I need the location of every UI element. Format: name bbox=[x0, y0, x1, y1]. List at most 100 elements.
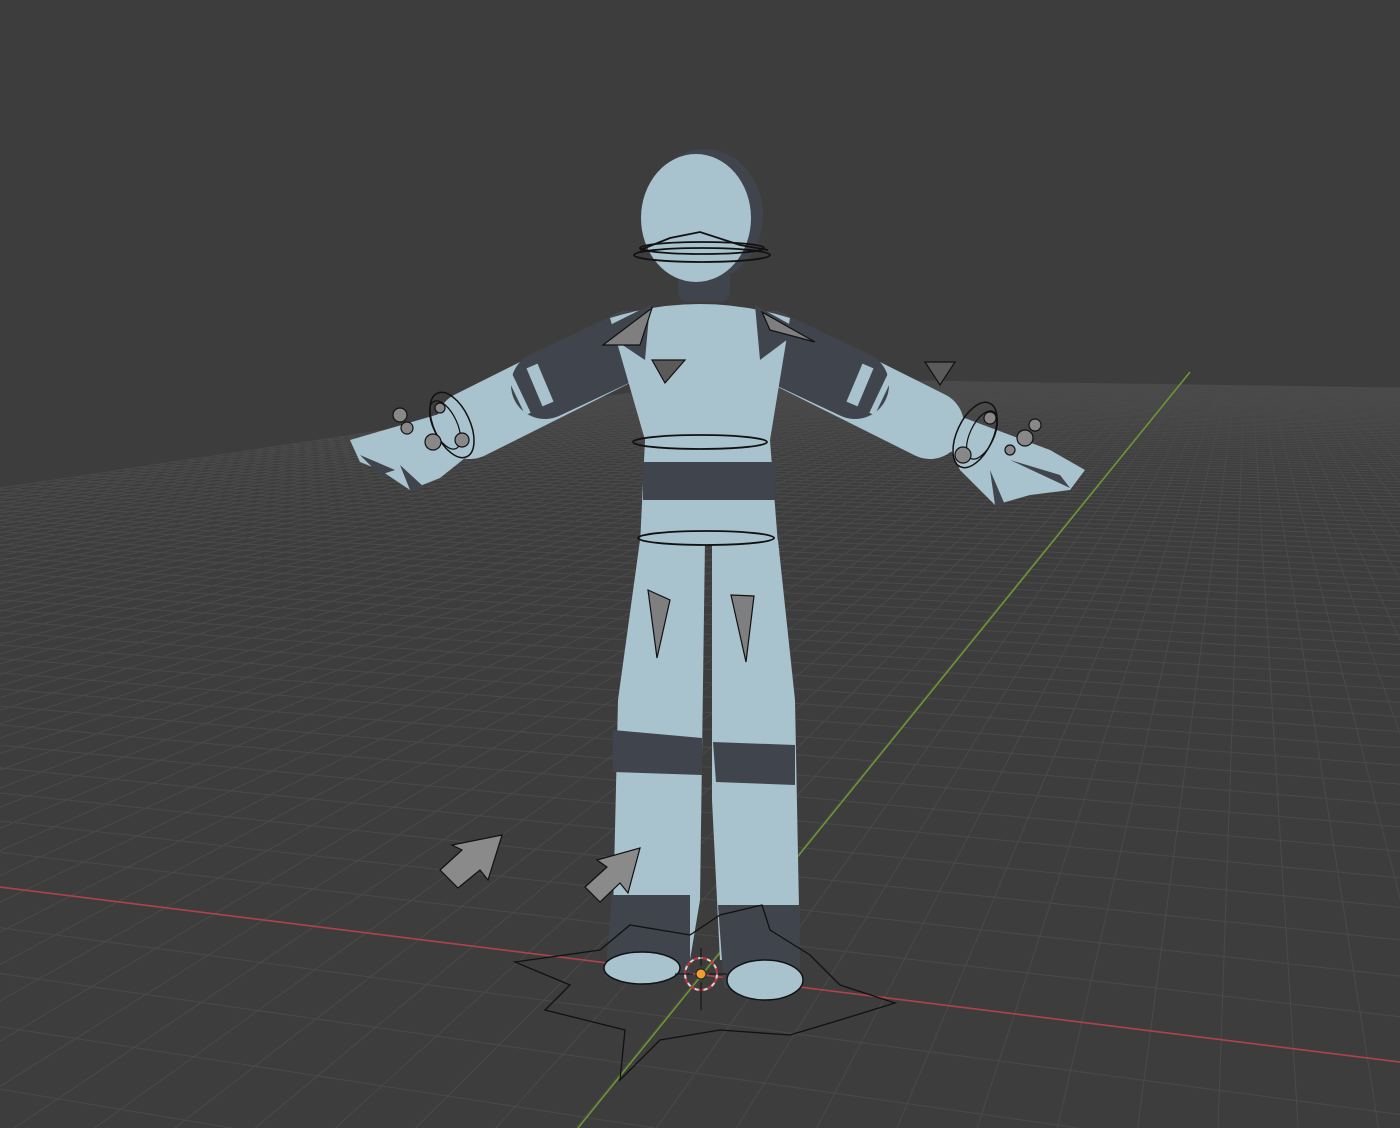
grid-line bbox=[176, 676, 247, 704]
grid-line bbox=[0, 493, 20, 498]
grid-line bbox=[736, 1082, 765, 1128]
grid-line bbox=[127, 866, 314, 890]
grid-line bbox=[0, 705, 107, 716]
grid-line bbox=[106, 542, 185, 548]
3d-viewport[interactable] bbox=[0, 0, 1400, 1128]
grid-line bbox=[144, 581, 236, 588]
grid-line bbox=[868, 538, 957, 543]
grid-line bbox=[1160, 884, 1171, 950]
grid-line bbox=[914, 576, 1019, 583]
grid-line bbox=[906, 583, 1013, 590]
grid-line bbox=[0, 659, 15, 665]
grid-line bbox=[470, 789, 641, 807]
grid-line bbox=[883, 528, 969, 534]
grid-line bbox=[166, 708, 243, 741]
grid-line bbox=[174, 1119, 186, 1128]
grid-line bbox=[900, 726, 1062, 740]
grid-line bbox=[415, 1044, 500, 1128]
grid-line bbox=[85, 569, 172, 576]
grid-line bbox=[0, 573, 16, 578]
grid-line bbox=[164, 850, 268, 909]
grid-line bbox=[310, 759, 386, 800]
grid-line bbox=[0, 532, 20, 538]
grid-line bbox=[181, 687, 309, 698]
grid-line bbox=[809, 521, 891, 526]
grid-line bbox=[222, 798, 312, 847]
grid-line bbox=[1038, 556, 1137, 563]
grid-line bbox=[973, 527, 1060, 533]
grid-line bbox=[270, 794, 437, 812]
grid-line bbox=[230, 752, 311, 792]
grid-line bbox=[1283, 895, 1289, 964]
grid-line bbox=[971, 639, 1101, 649]
grid-line bbox=[981, 1014, 1015, 1115]
grid-line bbox=[26, 611, 126, 619]
grid-line bbox=[1366, 1058, 1379, 1128]
grid-line bbox=[782, 687, 925, 699]
grid-line bbox=[0, 851, 128, 868]
grid-line bbox=[568, 515, 644, 520]
grid-line bbox=[935, 684, 1081, 696]
grid-line bbox=[1395, 530, 1400, 539]
grid-line bbox=[943, 552, 1039, 558]
viewport-canvas[interactable] bbox=[0, 0, 1400, 1128]
grid-line bbox=[61, 677, 182, 688]
grid-line bbox=[880, 605, 994, 613]
grid-line bbox=[797, 674, 936, 686]
grid-line bbox=[1231, 735, 1400, 749]
grid-line bbox=[781, 874, 995, 898]
grid-line bbox=[472, 881, 551, 947]
grid-line bbox=[136, 557, 220, 564]
grid-line bbox=[782, 592, 890, 599]
grid-line bbox=[57, 1001, 202, 1100]
grid-line bbox=[0, 663, 71, 687]
grid-line bbox=[1327, 527, 1400, 532]
grid-line bbox=[937, 558, 1034, 564]
grid-line bbox=[921, 504, 999, 509]
grid-line bbox=[1355, 606, 1400, 610]
grid-line bbox=[2, 565, 86, 571]
grid-line bbox=[494, 680, 627, 692]
grid-line bbox=[24, 646, 135, 656]
grid-line bbox=[500, 824, 569, 877]
grid-line bbox=[783, 534, 869, 540]
grid-line bbox=[1347, 583, 1400, 588]
grid-line bbox=[890, 524, 974, 529]
grid-line bbox=[28, 582, 118, 590]
grid-line bbox=[1000, 603, 1116, 611]
grid-line bbox=[334, 1035, 437, 1128]
grid-line bbox=[59, 636, 167, 645]
grid-line bbox=[97, 703, 178, 734]
grid-line bbox=[152, 745, 238, 784]
grid-line bbox=[1333, 845, 1343, 902]
grid-line bbox=[88, 595, 184, 603]
grid-line bbox=[6, 928, 208, 956]
grid-line bbox=[1225, 921, 1400, 941]
grid-line bbox=[968, 532, 1056, 537]
grid-line bbox=[0, 986, 92, 1042]
grid-line bbox=[267, 802, 353, 852]
grid-line bbox=[1388, 701, 1400, 703]
grid-line bbox=[1230, 719, 1233, 753]
grid-line bbox=[0, 613, 52, 628]
grid-line bbox=[93, 626, 198, 635]
grid-line bbox=[0, 973, 146, 995]
grid-line bbox=[0, 978, 39, 1002]
grid-line bbox=[1342, 570, 1400, 574]
grid-line bbox=[887, 743, 1054, 758]
grid-line bbox=[1349, 590, 1400, 595]
grid-line bbox=[111, 563, 196, 570]
grid-line bbox=[461, 731, 521, 767]
grid-line bbox=[922, 862, 955, 924]
grid-line bbox=[0, 591, 21, 598]
grid-line bbox=[1023, 575, 1129, 581]
grid-line bbox=[1325, 523, 1400, 528]
grid-line bbox=[0, 1026, 77, 1039]
grid-line bbox=[479, 773, 543, 817]
grid-line bbox=[77, 739, 167, 777]
grid-line bbox=[1006, 596, 1120, 603]
grid-line bbox=[145, 919, 264, 995]
grid-line bbox=[310, 774, 471, 791]
grid-line bbox=[976, 1114, 983, 1128]
grid-line bbox=[1342, 901, 1354, 972]
